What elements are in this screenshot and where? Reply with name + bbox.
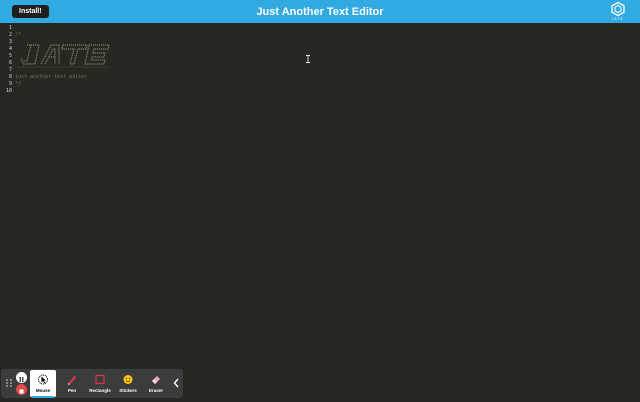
line-number: 2 xyxy=(8,32,12,38)
tool-rectangle[interactable]: Rectangle xyxy=(87,370,113,397)
tool-label: Pen xyxy=(67,388,77,393)
eraser-icon xyxy=(152,376,160,384)
logo-icon xyxy=(611,2,625,16)
pause-button[interactable] xyxy=(16,372,27,383)
line-number: 3 xyxy=(8,39,12,45)
line-number: 4 xyxy=(8,46,12,52)
line-number: 8 xyxy=(8,74,12,80)
code-line: */ xyxy=(15,81,22,87)
mouse-icon xyxy=(38,374,48,385)
text-cursor-icon xyxy=(306,55,310,63)
line-number: 5 xyxy=(8,53,12,59)
pen-icon xyxy=(68,376,76,385)
jate-logo: JATE xyxy=(608,2,628,22)
tool-stickers[interactable]: Stickers xyxy=(115,370,141,397)
app-header: Install! Just Another Text Editor JATE xyxy=(0,0,640,23)
tool-mouse[interactable]: Mouse xyxy=(30,370,56,398)
logo-text: JATE xyxy=(612,17,624,21)
drag-handle-icon[interactable] xyxy=(5,378,13,388)
tool-label: Mouse xyxy=(35,388,51,393)
line-number: 10 xyxy=(5,88,12,94)
rectangle-icon xyxy=(95,374,105,385)
sticker-icon xyxy=(123,375,133,384)
stop-button[interactable] xyxy=(16,384,27,395)
jate-ascii-art xyxy=(17,44,110,68)
collapse-toolbar-icon[interactable] xyxy=(171,375,181,391)
line-number-gutter: 1 2 3 4 5 6 7 8 9 10 xyxy=(0,25,14,95)
line-number: 1 xyxy=(8,25,12,31)
tool-pen[interactable]: Pen xyxy=(59,370,85,397)
stop-icon xyxy=(19,389,24,394)
code-line: just another text editor xyxy=(15,74,88,80)
tool-label: Stickers xyxy=(119,388,137,393)
code-line: /* xyxy=(15,32,22,38)
app-title: Just Another Text Editor xyxy=(256,6,384,18)
code-editor[interactable]: 1 2 3 4 5 6 7 8 9 10 /* just another tex… xyxy=(0,23,640,400)
tool-eraser[interactable]: Eraser xyxy=(143,370,169,397)
tool-label: Rectangle xyxy=(89,388,111,393)
tool-label: Eraser xyxy=(148,388,163,393)
line-number: 7 xyxy=(8,67,12,73)
line-number: 6 xyxy=(8,60,12,66)
line-number: 9 xyxy=(8,81,12,87)
drawing-toolbar: Mouse Pen Rectangle Stickers Eraser xyxy=(1,369,183,398)
